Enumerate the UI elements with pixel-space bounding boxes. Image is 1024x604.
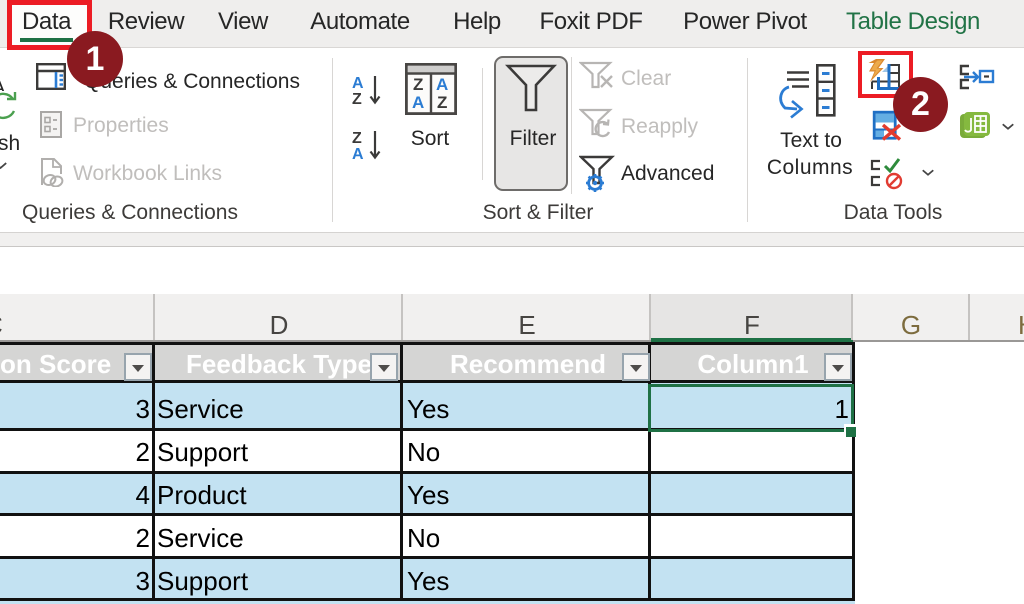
svg-text:A: A [412,93,424,112]
svg-text:A: A [352,146,364,162]
svg-text:A: A [352,75,364,92]
svg-text:Z: Z [413,75,423,94]
svg-text:A: A [436,75,448,94]
svg-text:Z: Z [352,91,362,107]
svg-text:Z: Z [437,93,447,112]
svg-text:Z: Z [352,130,362,147]
